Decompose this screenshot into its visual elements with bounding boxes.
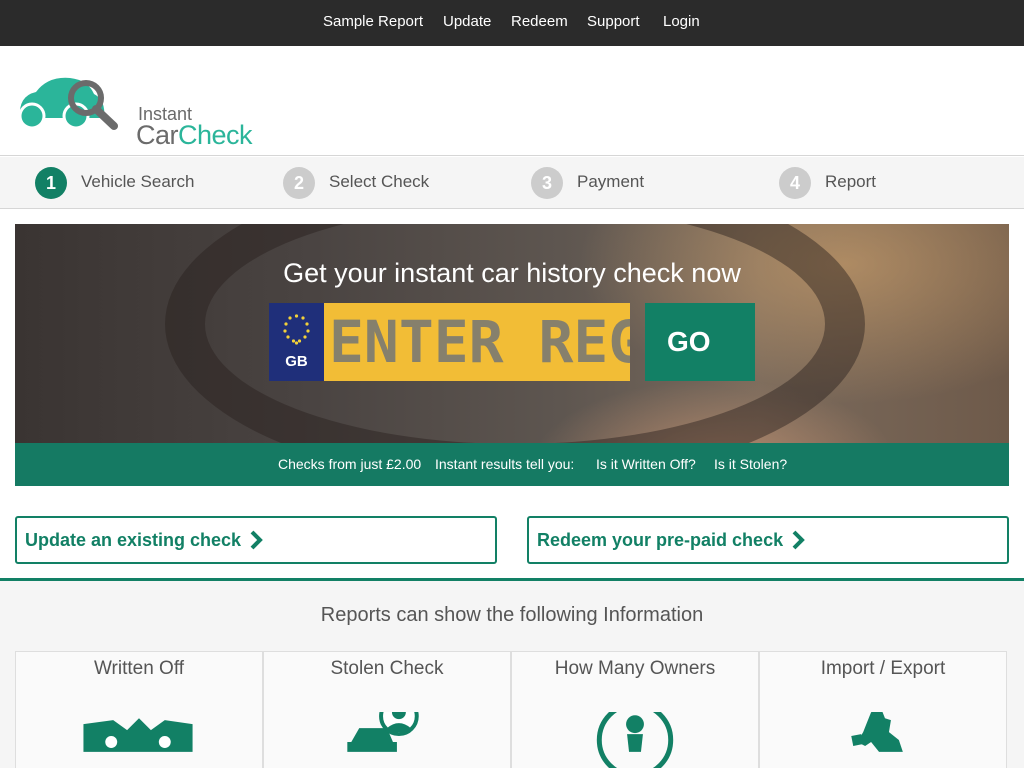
step-label: Payment	[577, 172, 645, 191]
feature-instant-results: Instant results tell you:	[435, 456, 575, 472]
hero-title: Get your instant car history check now	[283, 258, 741, 288]
step-number: 1	[35, 167, 67, 199]
step-number: 3	[531, 167, 563, 199]
step-number: 4	[779, 167, 811, 199]
logo-text-check: Check	[178, 120, 253, 150]
step-label: Vehicle Search	[81, 172, 195, 191]
feature-price: Checks from just £2.00	[278, 456, 422, 472]
nav-link-redeem[interactable]: Redeem	[511, 13, 568, 30]
card-title: How Many Owners	[554, 658, 716, 679]
nav-link-sample-report[interactable]: Sample Report	[323, 13, 423, 30]
eu-stars-icon	[283, 314, 310, 345]
update-check-label: Update an existing check	[25, 529, 242, 550]
info-card-owners: How Many Owners	[511, 651, 759, 768]
nav-link-update[interactable]: Update	[443, 13, 491, 30]
features-bar: Checks from just £2.00 Instant results t…	[15, 443, 1009, 486]
info-title: Reports can show the following Informati…	[320, 604, 704, 626]
info-card-written-off: Written Off	[15, 651, 263, 768]
step-label: Select Check	[329, 172, 430, 191]
crashed-car-icon	[83, 718, 193, 752]
logo[interactable]: Instant CarCheck	[14, 74, 264, 150]
update-check-button[interactable]: Update an existing check	[15, 516, 497, 564]
card-title: Written Off	[93, 658, 185, 679]
plate-country-code: GB	[285, 353, 308, 370]
feature-written-off: Is it Written Off?	[596, 456, 696, 472]
info-card-stolen-check: Stolen Check	[263, 651, 511, 768]
hero-banner: Get your instant car history check now G…	[15, 224, 1009, 443]
registration-input[interactable]	[325, 303, 630, 381]
chevron-right-icon	[250, 530, 263, 550]
owner-person-icon	[596, 712, 674, 768]
progress-steps: 1 Vehicle Search 2 Select Check 3 Paymen…	[0, 157, 1024, 209]
nav-link-login[interactable]: Login	[663, 13, 700, 30]
chevron-right-icon	[792, 530, 805, 550]
card-title: Stolen Check	[330, 658, 444, 679]
uk-map-icon	[851, 712, 903, 752]
card-title: Import / Export	[820, 658, 946, 679]
top-nav: Sample Report Update Redeem Support Logi…	[0, 0, 1024, 46]
step-label: Report	[825, 172, 877, 191]
thief-car-icon	[347, 712, 419, 752]
go-button[interactable]: GO	[645, 303, 755, 381]
redeem-check-label: Redeem your pre-paid check	[537, 529, 784, 550]
registration-plate: GB	[269, 303, 630, 381]
logo-text-carcheck: CarCheck	[136, 120, 253, 151]
step-number: 2	[283, 167, 315, 199]
logo-text-car: Car	[136, 120, 179, 150]
feature-stolen: Is it Stolen?	[714, 456, 788, 472]
site-header: Instant CarCheck	[0, 46, 1024, 156]
info-section: Reports can show the following Informati…	[0, 581, 1024, 768]
car-magnifier-logo-icon	[18, 77, 118, 130]
nav-link-support[interactable]: Support	[587, 13, 640, 30]
eu-flag-panel: GB	[269, 303, 324, 381]
redeem-check-button[interactable]: Redeem your pre-paid check	[527, 516, 1009, 564]
info-card-import-export: Import / Export	[759, 651, 1007, 768]
